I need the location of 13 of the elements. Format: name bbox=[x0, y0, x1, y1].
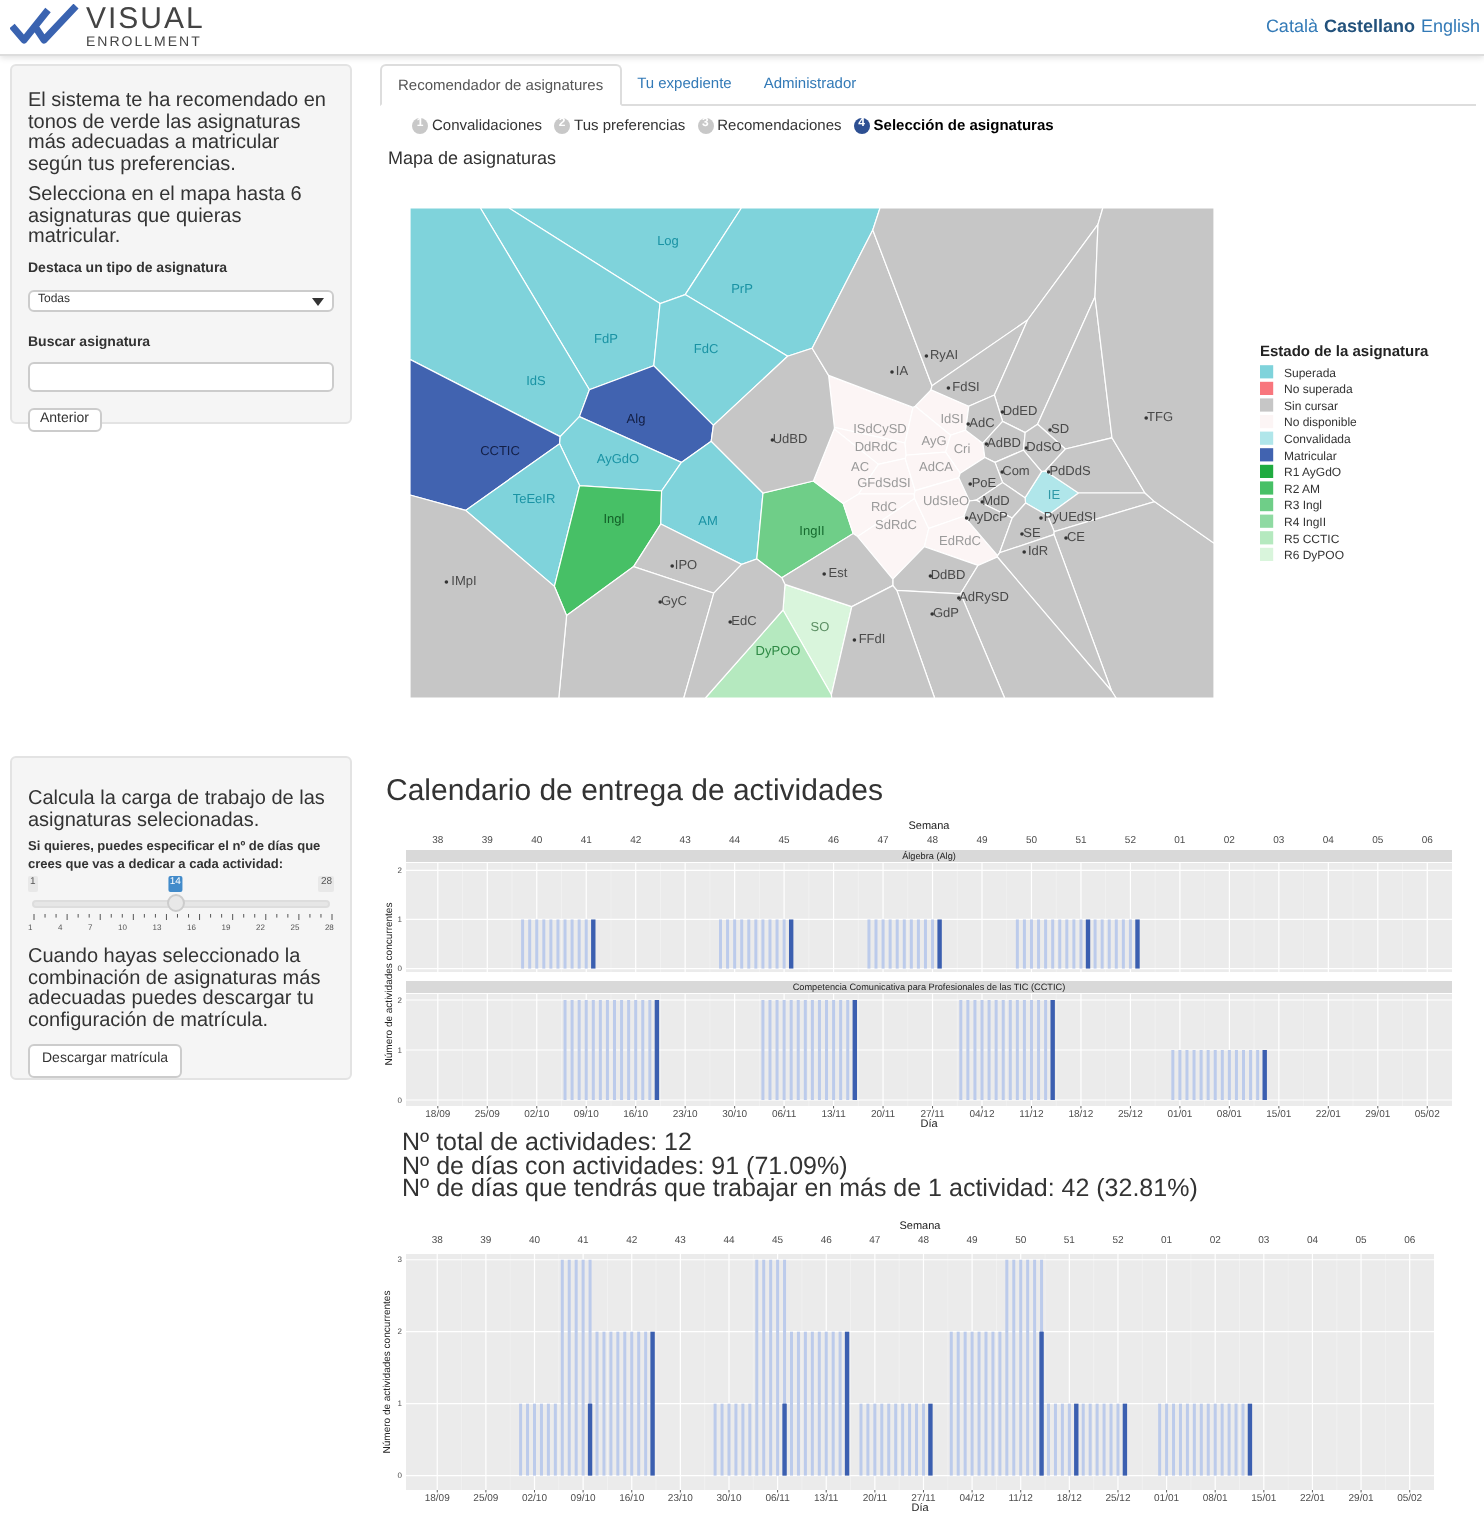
instruction-text: El sistema te ha recomendado en tonos de verde las asignaturas más adecuadas a matricular según tus preferencias. bbox=[28, 92, 328, 176]
stat-text: Nº de días con actividades: 91 (71.09%) bbox=[402, 1155, 848, 1178]
stat-text: Nº total de actividades: 12 bbox=[402, 1132, 694, 1155]
language-link[interactable]: Castellano bbox=[1323, 14, 1415, 41]
section-title: Mapa de asignaturas bbox=[388, 146, 557, 172]
language-link[interactable]: English bbox=[1420, 14, 1480, 41]
section-title: Calendario de entrega de actividades bbox=[386, 772, 884, 812]
language-link[interactable]: Català bbox=[1265, 14, 1318, 41]
instruction-text: Selecciona en el mapa hasta 6 asignaturas que quieras matricular. bbox=[28, 186, 304, 249]
panel-text: Cuando hayas seleccionado la combinación de asignaturas más adecuadas puedes descargar tu configuración de matrícula. bbox=[28, 948, 323, 1032]
logo-title: VISUAL bbox=[86, 4, 205, 34]
stat-text: Nº de días que tendrás que trabajar en más de 1 actividad: 42 (32.81%) bbox=[402, 1178, 1200, 1201]
panel-text: Calcula la carga de trabajo de las asignaturas selecionadas. bbox=[28, 788, 327, 832]
